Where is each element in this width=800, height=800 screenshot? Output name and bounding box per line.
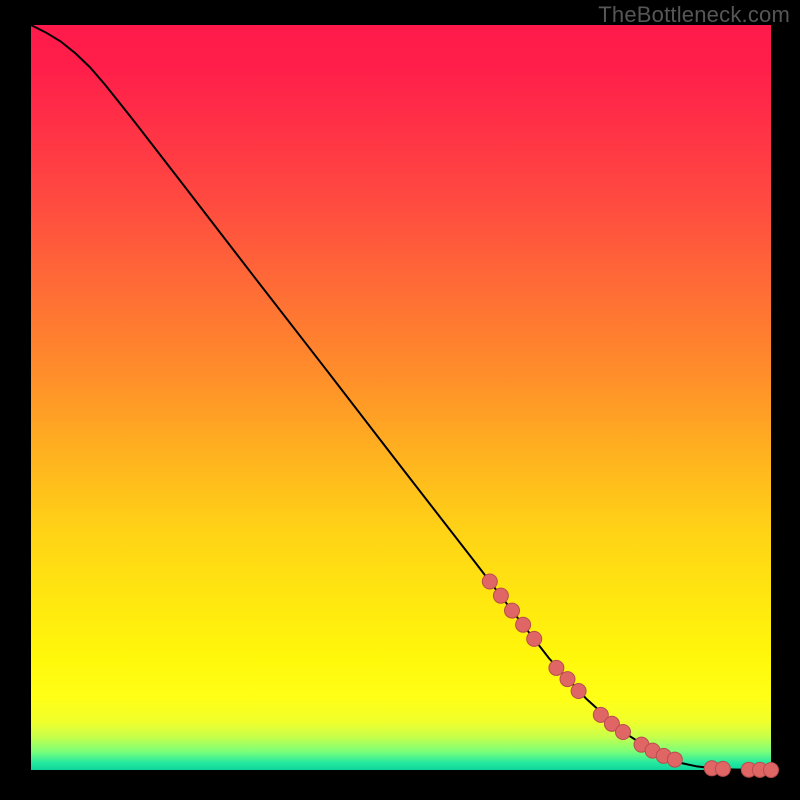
data-marker <box>667 752 682 767</box>
data-marker <box>516 617 531 632</box>
data-marker <box>560 672 575 687</box>
data-marker <box>571 684 586 699</box>
data-marker <box>493 588 508 603</box>
data-marker <box>527 631 542 646</box>
data-marker <box>715 761 730 776</box>
data-marker <box>616 725 631 740</box>
chart-frame: { "watermark": "TheBottleneck.com", "col… <box>0 0 800 800</box>
gradient-background <box>31 25 771 770</box>
data-marker <box>482 574 497 589</box>
data-marker <box>549 660 564 675</box>
data-marker <box>764 763 779 778</box>
data-marker <box>505 603 520 618</box>
bottleneck-chart <box>0 0 800 800</box>
